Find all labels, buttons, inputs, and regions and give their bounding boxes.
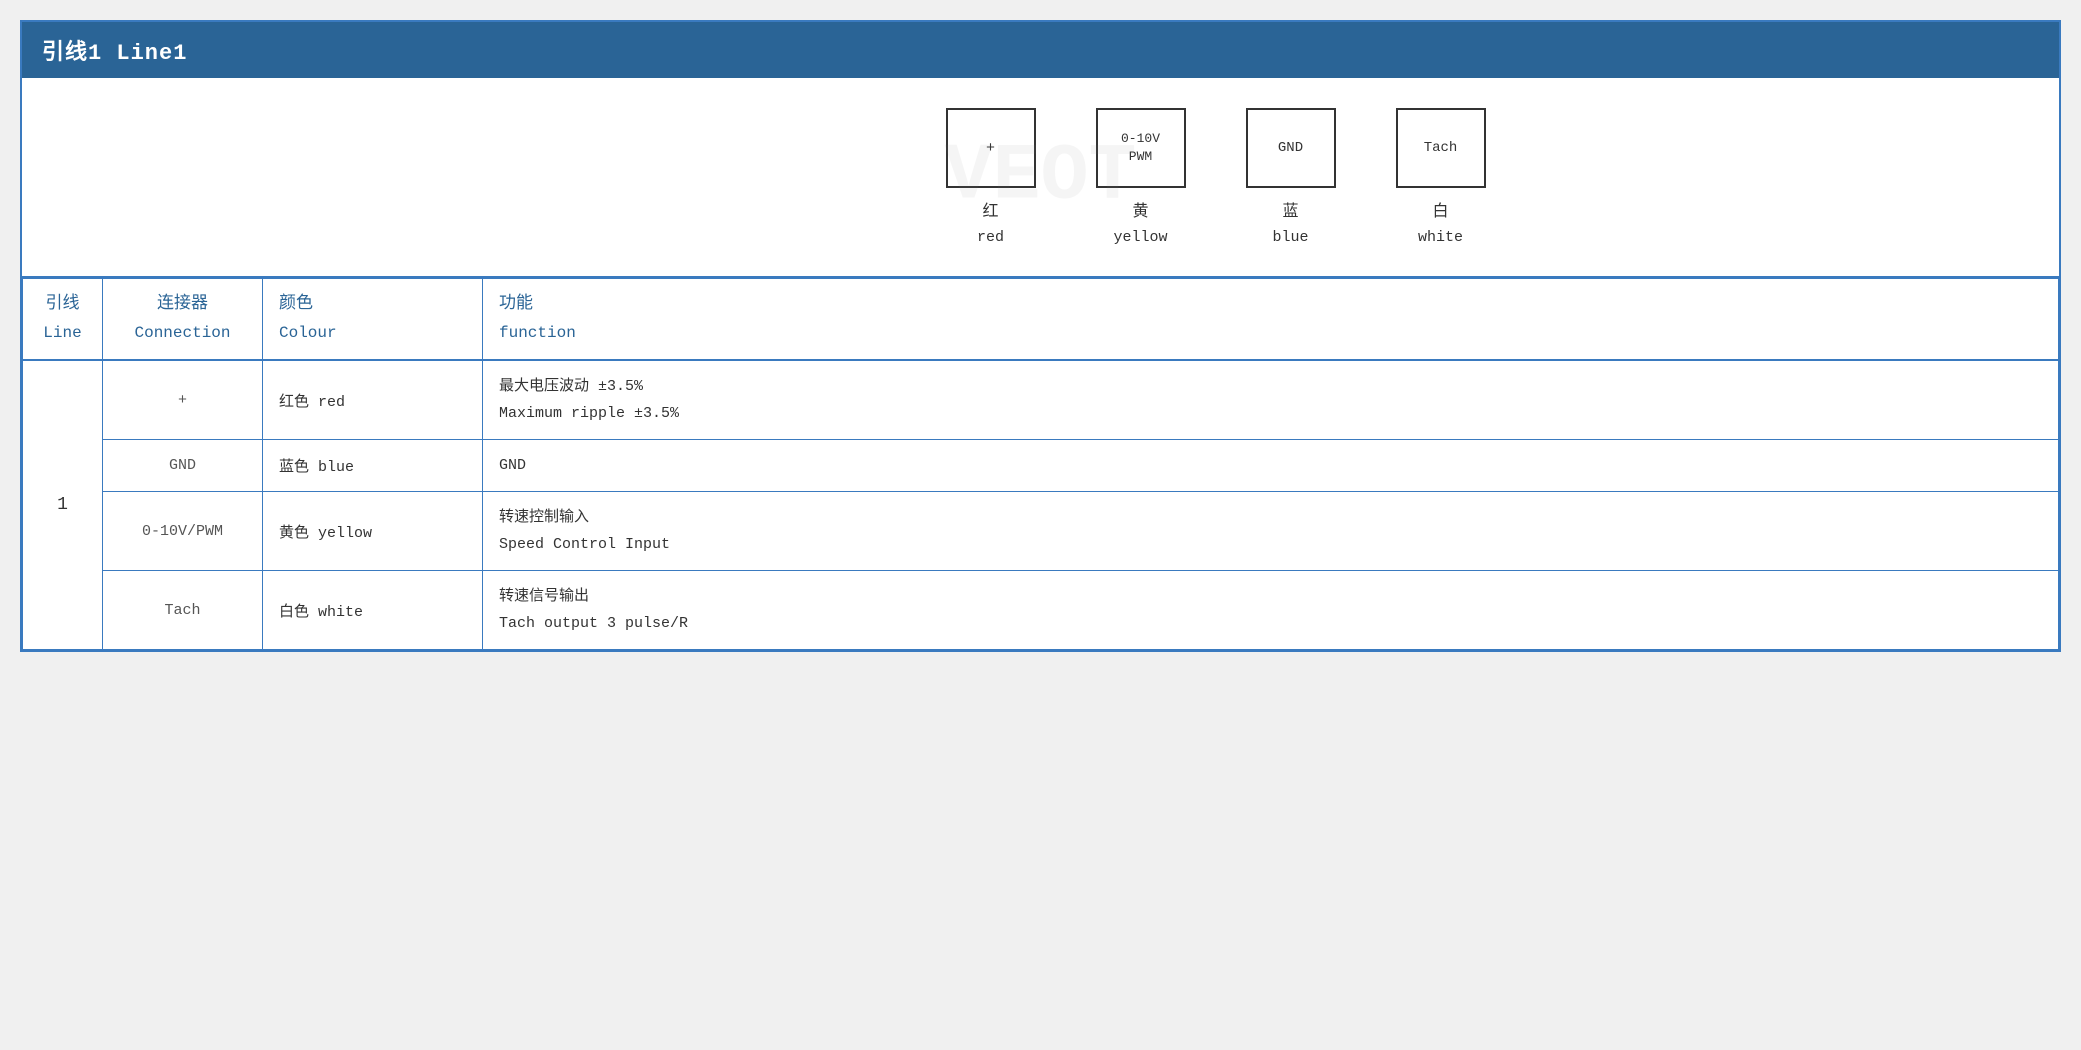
function-tach: 转速信号输出 Tach output 3 pulse/R bbox=[483, 571, 2059, 650]
color-red: 红色 red bbox=[263, 360, 483, 440]
label-chinese-red: 红 bbox=[982, 200, 998, 226]
label-chinese-blue: 蓝 bbox=[1282, 200, 1298, 226]
color-blue: 蓝色 blue bbox=[263, 440, 483, 492]
connector-box-tach: Tach bbox=[1396, 108, 1486, 188]
label-english-red: red bbox=[977, 226, 1004, 250]
function-red: 最大电压波动 ±3.5% Maximum ripple ±3.5% bbox=[483, 360, 2059, 440]
connector-gnd: GND 蓝 blue bbox=[1246, 108, 1336, 250]
function-pwm-chinese: 转速控制输入 bbox=[499, 504, 2042, 531]
color-white: 白色 white bbox=[263, 571, 483, 650]
title-text: 引线1 Line1 bbox=[42, 41, 187, 66]
connection-pwm-row: 0-10V/PWM bbox=[103, 492, 263, 571]
header-function-english: function bbox=[499, 320, 2042, 347]
table-row-tach: Tach 白色 white 转速信号输出 Tach output 3 pulse… bbox=[23, 571, 2059, 650]
function-tach-chinese: 转速信号输出 bbox=[499, 583, 2042, 610]
header-connection-english: Connection bbox=[119, 320, 246, 347]
header-connection: 连接器 Connection bbox=[103, 279, 263, 361]
header-function: 功能 function bbox=[483, 279, 2059, 361]
connection-plus: + bbox=[103, 360, 263, 440]
main-table: 引线 Line 连接器 Connection 颜色 Colour 功能 func… bbox=[22, 278, 2059, 650]
label-english-white: white bbox=[1418, 226, 1463, 250]
connector-label-tach: 白 white bbox=[1418, 200, 1463, 250]
function-gnd: GND bbox=[483, 440, 2059, 492]
label-english-blue: blue bbox=[1272, 226, 1308, 250]
color-yellow: 黄色 yellow bbox=[263, 492, 483, 571]
function-pwm: 转速控制输入 Speed Control Input bbox=[483, 492, 2059, 571]
header-row: 引线 Line 连接器 Connection 颜色 Colour 功能 func… bbox=[23, 279, 2059, 361]
function-gnd-text: GND bbox=[499, 457, 526, 474]
function-red-chinese: 最大电压波动 ±3.5% bbox=[499, 373, 2042, 400]
label-english-yellow: yellow bbox=[1113, 226, 1167, 250]
label-chinese-yellow: 黄 bbox=[1132, 200, 1148, 226]
connector-plus: + 红 red bbox=[946, 108, 1036, 250]
function-red-english: Maximum ripple ±3.5% bbox=[499, 400, 2042, 427]
header-line-english: Line bbox=[39, 320, 86, 347]
connector-box-plus: + bbox=[946, 108, 1036, 188]
table-row-gnd: GND 蓝色 blue GND bbox=[23, 440, 2059, 492]
connector-label-pwm: 黄 yellow bbox=[1113, 200, 1167, 250]
connection-tach-row: Tach bbox=[103, 571, 263, 650]
table-row-pwm: 0-10V/PWM 黄色 yellow 转速控制输入 Speed Control… bbox=[23, 492, 2059, 571]
connector-label-gnd: 蓝 blue bbox=[1272, 200, 1308, 250]
header-function-chinese: 功能 bbox=[499, 291, 2042, 320]
connector-pwm: 0-10VPWM 黄 yellow bbox=[1096, 108, 1186, 250]
table-row-plus: 1 + 红色 red 最大电压波动 ±3.5% Maximum ripple ±… bbox=[23, 360, 2059, 440]
function-tach-english: Tach output 3 pulse/R bbox=[499, 610, 2042, 637]
connector-tach: Tach 白 white bbox=[1396, 108, 1486, 250]
function-pwm-english: Speed Control Input bbox=[499, 531, 2042, 558]
connection-gnd: GND bbox=[103, 440, 263, 492]
line-cell-1: 1 bbox=[23, 360, 103, 650]
header-colour: 颜色 Colour bbox=[263, 279, 483, 361]
label-chinese-white: 白 bbox=[1432, 200, 1448, 226]
main-container: 引线1 Line1 VEOT + 红 red 0-10VPWM 黄 yellow bbox=[20, 20, 2061, 652]
connector-box-pwm: 0-10VPWM bbox=[1096, 108, 1186, 188]
header-colour-english: Colour bbox=[279, 320, 466, 347]
diagram-section: VEOT + 红 red 0-10VPWM 黄 yellow GND bbox=[22, 78, 2059, 278]
connector-box-gnd: GND bbox=[1246, 108, 1336, 188]
header-line: 引线 Line bbox=[23, 279, 103, 361]
header-connection-chinese: 连接器 bbox=[119, 291, 246, 320]
table-title: 引线1 Line1 bbox=[22, 22, 2059, 78]
header-line-chinese: 引线 bbox=[39, 291, 86, 320]
diagram-inner: + 红 red 0-10VPWM 黄 yellow GND 蓝 blue bbox=[946, 108, 1486, 250]
connector-label-plus: 红 red bbox=[977, 200, 1004, 250]
header-colour-chinese: 颜色 bbox=[279, 291, 466, 320]
